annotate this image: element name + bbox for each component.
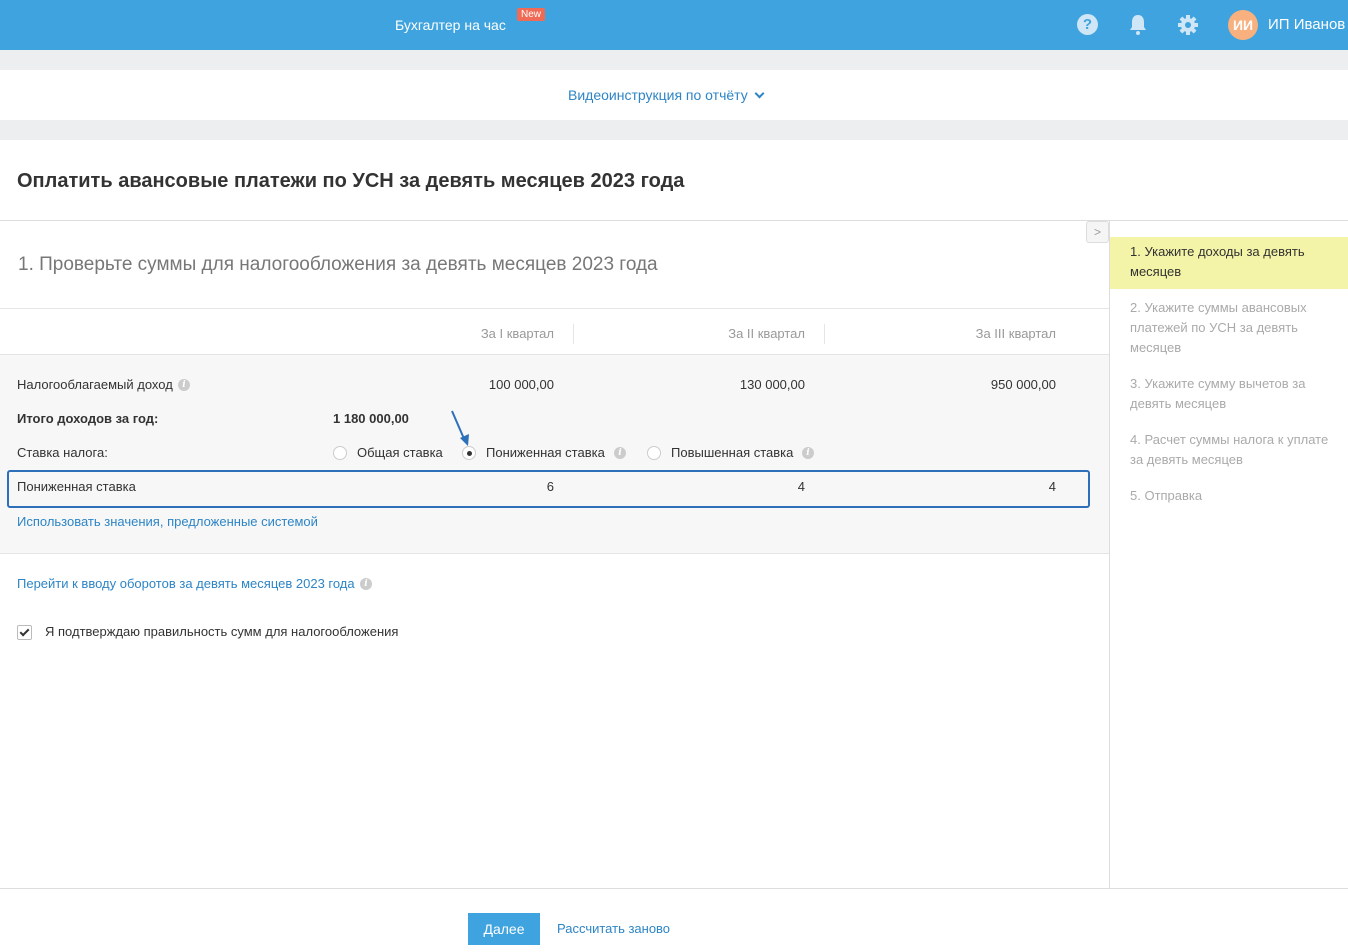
income-q3: 950 000,00 <box>990 377 1056 392</box>
divider <box>0 220 1348 221</box>
bell-icon[interactable] <box>1128 14 1148 36</box>
next-button[interactable]: Далее <box>468 913 540 945</box>
reduced-rate-q1[interactable]: 6 <box>434 479 554 494</box>
increased-rate-label[interactable]: Повышенная ставка <box>671 445 793 460</box>
income-q1: 100 000,00 <box>488 377 554 392</box>
total-label: Итого доходов за год: <box>17 411 159 426</box>
reduced-rate-label[interactable]: Пониженная ставка <box>486 445 605 460</box>
confirm-checkbox[interactable] <box>17 625 32 640</box>
divider <box>0 308 1109 309</box>
sidebar-divider <box>1109 220 1110 888</box>
radio-increased-rate[interactable] <box>647 446 661 460</box>
user-name[interactable]: ИП Иванов <box>1268 16 1345 33</box>
new-badge: New <box>517 8 546 21</box>
info-icon[interactable]: i <box>360 578 372 590</box>
footer-divider <box>0 888 1348 889</box>
check-icon <box>19 626 30 637</box>
general-rate-label[interactable]: Общая ставка <box>357 445 443 460</box>
reduced-rate-row-label: Пониженная ставка <box>17 479 136 494</box>
info-icon[interactable]: i <box>802 447 814 459</box>
column-separator <box>824 324 825 344</box>
column-separator <box>573 324 574 344</box>
divider-band <box>0 120 1348 140</box>
service-link[interactable]: Бухгалтер на час <box>395 17 506 33</box>
gear-icon[interactable] <box>1177 14 1199 36</box>
chevron-down-icon <box>754 88 765 99</box>
collapse-sidebar-button[interactable]: > <box>1086 221 1109 243</box>
recalculate-link[interactable]: Рассчитать заново <box>557 921 670 936</box>
help-icon[interactable]: ? <box>1077 14 1098 35</box>
step-2[interactable]: 2. Укажите суммы авансовых платежей по У… <box>1130 298 1340 358</box>
step-1[interactable]: 1. Укажите доходы за девять месяцев <box>1130 242 1340 282</box>
avatar[interactable]: ИИ <box>1228 10 1258 40</box>
column-header-q2: За II квартал <box>728 326 805 341</box>
use-system-values-link[interactable]: Использовать значения, предложенные сист… <box>17 514 318 529</box>
radio-general-rate[interactable] <box>333 446 347 460</box>
video-instruction-link[interactable]: Видеоинструкция по отчёту <box>568 87 765 103</box>
turnover-link[interactable]: Перейти к вводу оборотов за девять месяц… <box>17 576 355 591</box>
income-label: Налогооблагаемый доход <box>17 377 173 392</box>
rate-label: Ставка налога: <box>17 445 108 460</box>
info-icon[interactable]: i <box>614 447 626 459</box>
step-4[interactable]: 4. Расчет суммы налога к уплате за девят… <box>1130 430 1340 470</box>
arrow-annotation-icon <box>451 410 469 446</box>
confirm-label[interactable]: Я подтверждаю правильность сумм для нало… <box>45 624 398 639</box>
top-bar: Бухгалтер на час New ? ИИ ИП Иванов <box>0 0 1348 50</box>
info-icon[interactable]: i <box>178 379 190 391</box>
reduced-rate-q3[interactable]: 4 <box>936 479 1056 494</box>
page-title: Оплатить авансовые платежи по УСН за дев… <box>17 170 685 192</box>
radio-reduced-rate[interactable] <box>462 446 476 460</box>
column-header-q3: За III квартал <box>975 326 1056 341</box>
step-3[interactable]: 3. Укажите сумму вычетов за девять месяц… <box>1130 374 1340 414</box>
divider-band <box>0 50 1348 70</box>
step-5[interactable]: 5. Отправка <box>1130 486 1340 506</box>
reduced-rate-q2[interactable]: 4 <box>685 479 805 494</box>
section-title: 1. Проверьте суммы для налогообложения з… <box>18 254 658 275</box>
column-header-q1: За I квартал <box>480 326 554 341</box>
total-value: 1 180 000,00 <box>333 411 409 426</box>
video-link-label: Видеоинструкция по отчёту <box>568 87 748 103</box>
income-q2: 130 000,00 <box>739 377 805 392</box>
